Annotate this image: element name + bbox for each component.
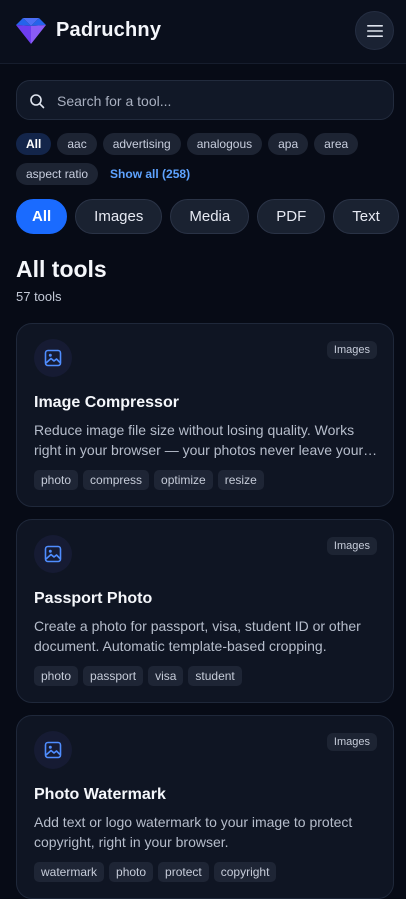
tool-tag[interactable]: watermark [34, 862, 105, 882]
tool-icon-wrap [34, 339, 72, 377]
tool-icon-wrap [34, 731, 72, 769]
tool-tag[interactable]: resize [217, 470, 264, 490]
tool-tag[interactable]: protect [158, 862, 209, 882]
category-images[interactable]: Images [75, 199, 163, 234]
tool-tag[interactable]: photo [34, 666, 79, 686]
tool-tag[interactable]: compress [83, 470, 150, 490]
page-title: All tools [16, 256, 107, 282]
tool-tag[interactable]: passport [83, 666, 144, 686]
tool-title[interactable]: Photo Watermark [34, 786, 166, 804]
show-all-tags-link[interactable]: Show all (258) [110, 167, 190, 181]
tools-count: 57 tools [16, 289, 62, 304]
tool-tags: watermark photo protect copyright [34, 862, 277, 882]
tool-title[interactable]: Passport Photo [34, 590, 152, 608]
tool-tag[interactable]: optimize [154, 470, 213, 490]
logo-icon[interactable] [16, 18, 46, 44]
image-icon [44, 545, 62, 563]
tool-tags: photo passport visa student [34, 666, 242, 686]
category-media[interactable]: Media [170, 199, 250, 234]
tag-analogous[interactable]: analogous [186, 133, 263, 155]
tool-tag[interactable]: photo [109, 862, 154, 882]
search-input[interactable] [57, 90, 377, 112]
category-badge: Images [326, 733, 377, 751]
tag-apa[interactable]: apa [268, 133, 309, 155]
tag-aac[interactable]: aac [57, 133, 97, 155]
tool-tag[interactable]: copyright [213, 862, 277, 882]
tool-description: Reduce image file size without losing qu… [34, 422, 364, 458]
tool-card-image-compressor[interactable]: Images Image Compressor Reduce image fil… [16, 323, 394, 507]
category-pdf[interactable]: PDF [257, 199, 326, 234]
category-tabs: All Images Media PDF Text Co [16, 199, 406, 235]
tool-tags: photo compress optimize resize [34, 470, 264, 490]
tag-area[interactable]: area [314, 133, 359, 155]
tag-aspect-ratio[interactable]: aspect ratio [16, 163, 99, 185]
category-badge: Images [326, 537, 377, 555]
hamburger-icon [366, 24, 383, 37]
tool-title[interactable]: Image Compressor [34, 394, 179, 412]
tool-card-photo-watermark[interactable]: Images Photo Watermark Add text or logo … [16, 715, 394, 899]
tool-tag[interactable]: visa [148, 666, 184, 686]
tool-card-passport-photo[interactable]: Images Passport Photo Create a photo for… [16, 519, 394, 703]
tool-description: Create a photo for passport, visa, stude… [34, 618, 361, 654]
image-icon [44, 741, 62, 759]
tag-all[interactable]: All [16, 133, 52, 155]
tool-icon-wrap [34, 535, 72, 573]
tool-tag[interactable]: student [188, 666, 242, 686]
category-all[interactable]: All [16, 199, 68, 234]
search-box [16, 80, 394, 120]
brand-name[interactable]: Padruchny [56, 19, 161, 42]
top-bar: Padruchny [0, 0, 406, 64]
menu-button[interactable] [355, 11, 394, 50]
tool-description: Add text or logo watermark to your image… [34, 814, 353, 850]
image-icon [44, 349, 62, 367]
category-text[interactable]: Text [333, 199, 399, 234]
tag-filters: All aac advertising analogous apa area a… [16, 133, 394, 193]
tool-tag[interactable]: photo [34, 470, 79, 490]
tag-advertising[interactable]: advertising [102, 133, 181, 155]
category-badge: Images [326, 341, 377, 359]
search-icon [30, 94, 45, 109]
